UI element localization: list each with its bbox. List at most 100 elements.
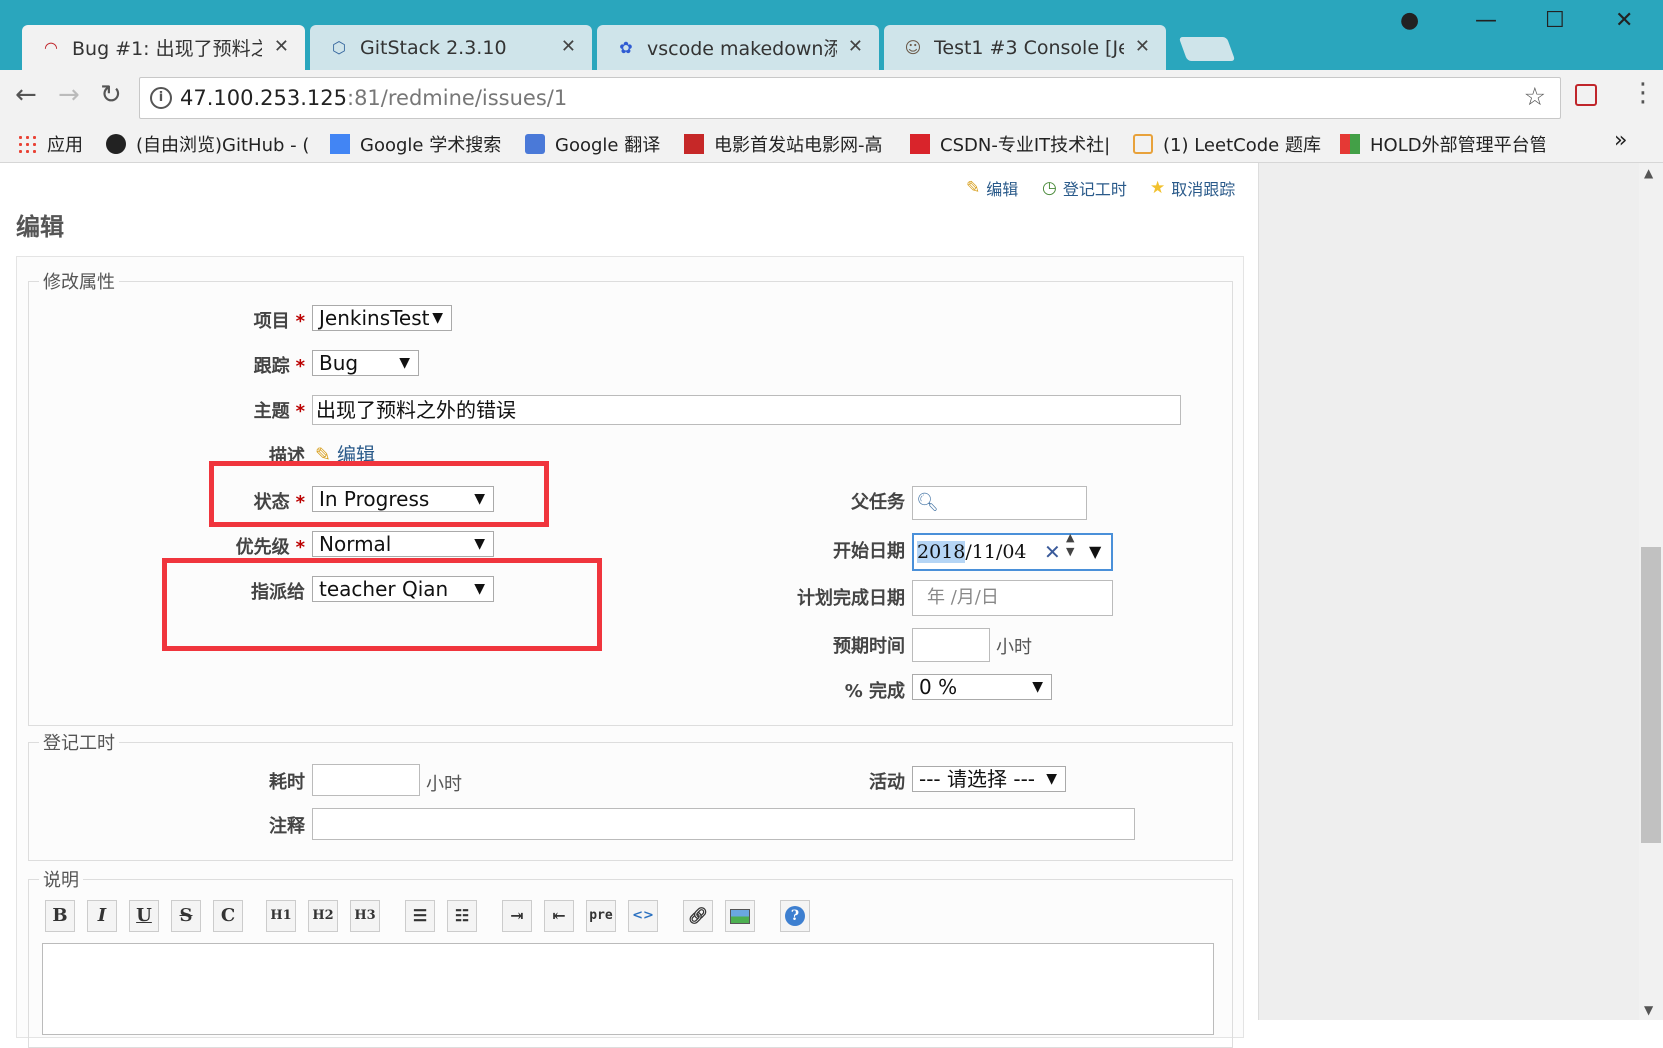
bookmark-label: (自由浏览)GitHub - (: [136, 135, 310, 156]
heading3-button[interactable]: H3: [350, 900, 380, 932]
page-title: 编辑: [16, 213, 64, 241]
project-select[interactable]: JenkinsTest ▼: [312, 305, 452, 331]
bookmark-github[interactable]: (自由浏览)GitHub - (: [106, 131, 309, 157]
strikethrough-button[interactable]: S: [171, 900, 201, 932]
subject-input[interactable]: 出现了预料之外的错误: [312, 395, 1181, 425]
tracker-select[interactable]: Bug ▼: [312, 350, 419, 376]
pencil-icon: ✎: [966, 178, 981, 198]
bookmark-apps[interactable]: 应用: [17, 131, 83, 157]
bookmark-leetcode[interactable]: (1) LeetCode 题库: [1133, 131, 1321, 157]
close-tab-icon[interactable]: ✕: [848, 36, 863, 57]
parent-task-label: 父任务: [851, 492, 905, 513]
link-icon: 🔗︎: [687, 906, 709, 925]
spent-time-input[interactable]: [312, 764, 420, 796]
url-text: 47.100.253.125:81/redmine/issues/1: [180, 86, 568, 110]
leetcode-icon: [1133, 134, 1153, 154]
pre-button[interactable]: pre: [586, 900, 616, 932]
heading2-button[interactable]: H2: [308, 900, 338, 932]
hours-unit: 小时: [426, 774, 462, 795]
log-time-link-label: 登记工时: [1062, 180, 1127, 199]
link-button[interactable]: 🔗︎: [683, 900, 713, 932]
subject-label: 主题 *: [253, 401, 305, 422]
log-time-link[interactable]: ◷ 登记工时: [1042, 176, 1127, 200]
italic-button[interactable]: I: [87, 900, 117, 932]
close-window-icon[interactable]: ✕: [1615, 8, 1633, 33]
scroll-down-icon[interactable]: ▼: [1644, 1003, 1653, 1017]
bookmark-scholar[interactable]: Google 学术搜索: [330, 131, 501, 157]
chevron-down-icon: ▼: [432, 310, 443, 326]
close-tab-icon[interactable]: ✕: [274, 36, 289, 57]
spinner-icon[interactable]: ▲ ▼: [1066, 531, 1074, 559]
scrollbar-thumb[interactable]: [1641, 547, 1661, 843]
indent-right-icon: ⇥: [510, 906, 524, 925]
star-icon: ★: [1150, 178, 1166, 198]
bold-button[interactable]: B: [45, 900, 75, 932]
calendar-dropdown-icon[interactable]: ▼: [1089, 535, 1101, 569]
info-icon[interactable]: i: [150, 87, 172, 109]
address-bar[interactable]: i 47.100.253.125:81/redmine/issues/1 ☆: [139, 77, 1561, 119]
profile-icon[interactable]: ●: [1400, 8, 1419, 33]
tab-jenkins-console[interactable]: ☺ Test1 #3 Console [Jenk ✕: [884, 25, 1166, 70]
bookmark-csdn[interactable]: CSDN-专业IT技术社|: [910, 131, 1110, 157]
new-tab-button[interactable]: [1178, 37, 1236, 61]
start-date-label: 开始日期: [833, 541, 905, 562]
chevron-down-icon: ▼: [1032, 679, 1043, 695]
clock-add-icon: ◷: [1042, 178, 1057, 198]
chevron-down-icon: ▼: [1046, 771, 1057, 787]
menu-kebab-icon[interactable]: ⋮: [1630, 78, 1656, 108]
numbered-list-button[interactable]: ☷: [447, 900, 477, 932]
bookmark-star-icon[interactable]: ☆: [1524, 82, 1546, 111]
done-ratio-select[interactable]: 0 % ▼: [912, 674, 1052, 700]
due-date-input[interactable]: 年 /月/日: [912, 580, 1113, 616]
tab-label: GitStack 2.3.10: [360, 36, 507, 59]
help-button[interactable]: ?: [780, 900, 810, 932]
tab-redmine-bug[interactable]: ◠ Bug #1: 出现了预料之外 ✕: [22, 25, 305, 70]
image-button[interactable]: [725, 900, 755, 932]
bullet-list-button[interactable]: ☰: [405, 900, 435, 932]
done-ratio-label: % 完成: [844, 681, 905, 702]
tab-label: Test1 #3 Console [Jenk: [934, 36, 1124, 59]
bookmark-hold[interactable]: HOLD外部管理平台管: [1340, 131, 1545, 157]
forward-arrow-icon[interactable]: →: [58, 80, 80, 110]
back-arrow-icon[interactable]: ←: [15, 80, 37, 110]
scholar-icon: [330, 134, 350, 154]
highlight-box-status: [209, 461, 549, 527]
bookmark-movie[interactable]: 电影首发站电影网-高: [684, 131, 883, 157]
reload-icon[interactable]: ↻: [100, 80, 122, 110]
minimize-icon[interactable]: —: [1475, 8, 1497, 33]
tab-vscode-markdown[interactable]: ✿ vscode makedown添加 ✕: [597, 25, 879, 70]
close-tab-icon[interactable]: ✕: [1135, 36, 1150, 57]
tab-label: vscode makedown添加: [647, 38, 837, 60]
more-bookmarks-icon[interactable]: »: [1614, 128, 1627, 153]
comment-input[interactable]: [312, 808, 1135, 840]
heading1-button[interactable]: H1: [266, 900, 296, 932]
priority-select[interactable]: Normal ▼: [312, 531, 494, 557]
chevron-down-icon: ▼: [474, 536, 485, 552]
code-button[interactable]: <>: [628, 900, 658, 932]
activity-label: 活动: [869, 772, 905, 793]
unwatch-link[interactable]: ★ 取消跟踪: [1150, 176, 1235, 200]
extension-icon[interactable]: [1575, 84, 1597, 106]
indent-left-button[interactable]: ⇤: [544, 900, 574, 932]
underline-button[interactable]: U: [129, 900, 159, 932]
close-tab-icon[interactable]: ✕: [561, 36, 576, 57]
tracker-label: 跟踪 *: [253, 356, 305, 377]
indent-right-button[interactable]: ⇥: [502, 900, 532, 932]
bookmark-translate[interactable]: Google 翻译: [525, 131, 660, 157]
parent-task-input[interactable]: 🔍︎: [912, 486, 1087, 520]
scroll-up-icon[interactable]: ▲: [1644, 166, 1653, 180]
notes-textarea[interactable]: [42, 943, 1214, 1035]
activity-select[interactable]: --- 请选择 --- ▼: [912, 766, 1066, 792]
gitstack-icon: ⬡: [332, 38, 346, 57]
tab-gitstack[interactable]: ⬡ GitStack 2.3.10 ✕: [310, 25, 592, 70]
inline-code-button[interactable]: C: [213, 900, 243, 932]
maximize-icon[interactable]: ☐: [1545, 8, 1565, 33]
bullet-list-icon: ☰: [412, 906, 428, 925]
estimated-time-label: 预期时间: [833, 636, 905, 657]
notes-legend: 说明: [43, 870, 79, 891]
edit-link[interactable]: ✎ 编辑: [966, 176, 1018, 200]
start-date-input[interactable]: 2018/11/04 ✕ ▲ ▼ ▼: [912, 531, 1113, 571]
help-icon: ?: [785, 906, 805, 926]
clear-x-icon[interactable]: ✕: [1044, 535, 1061, 569]
estimated-time-input[interactable]: [912, 628, 990, 662]
